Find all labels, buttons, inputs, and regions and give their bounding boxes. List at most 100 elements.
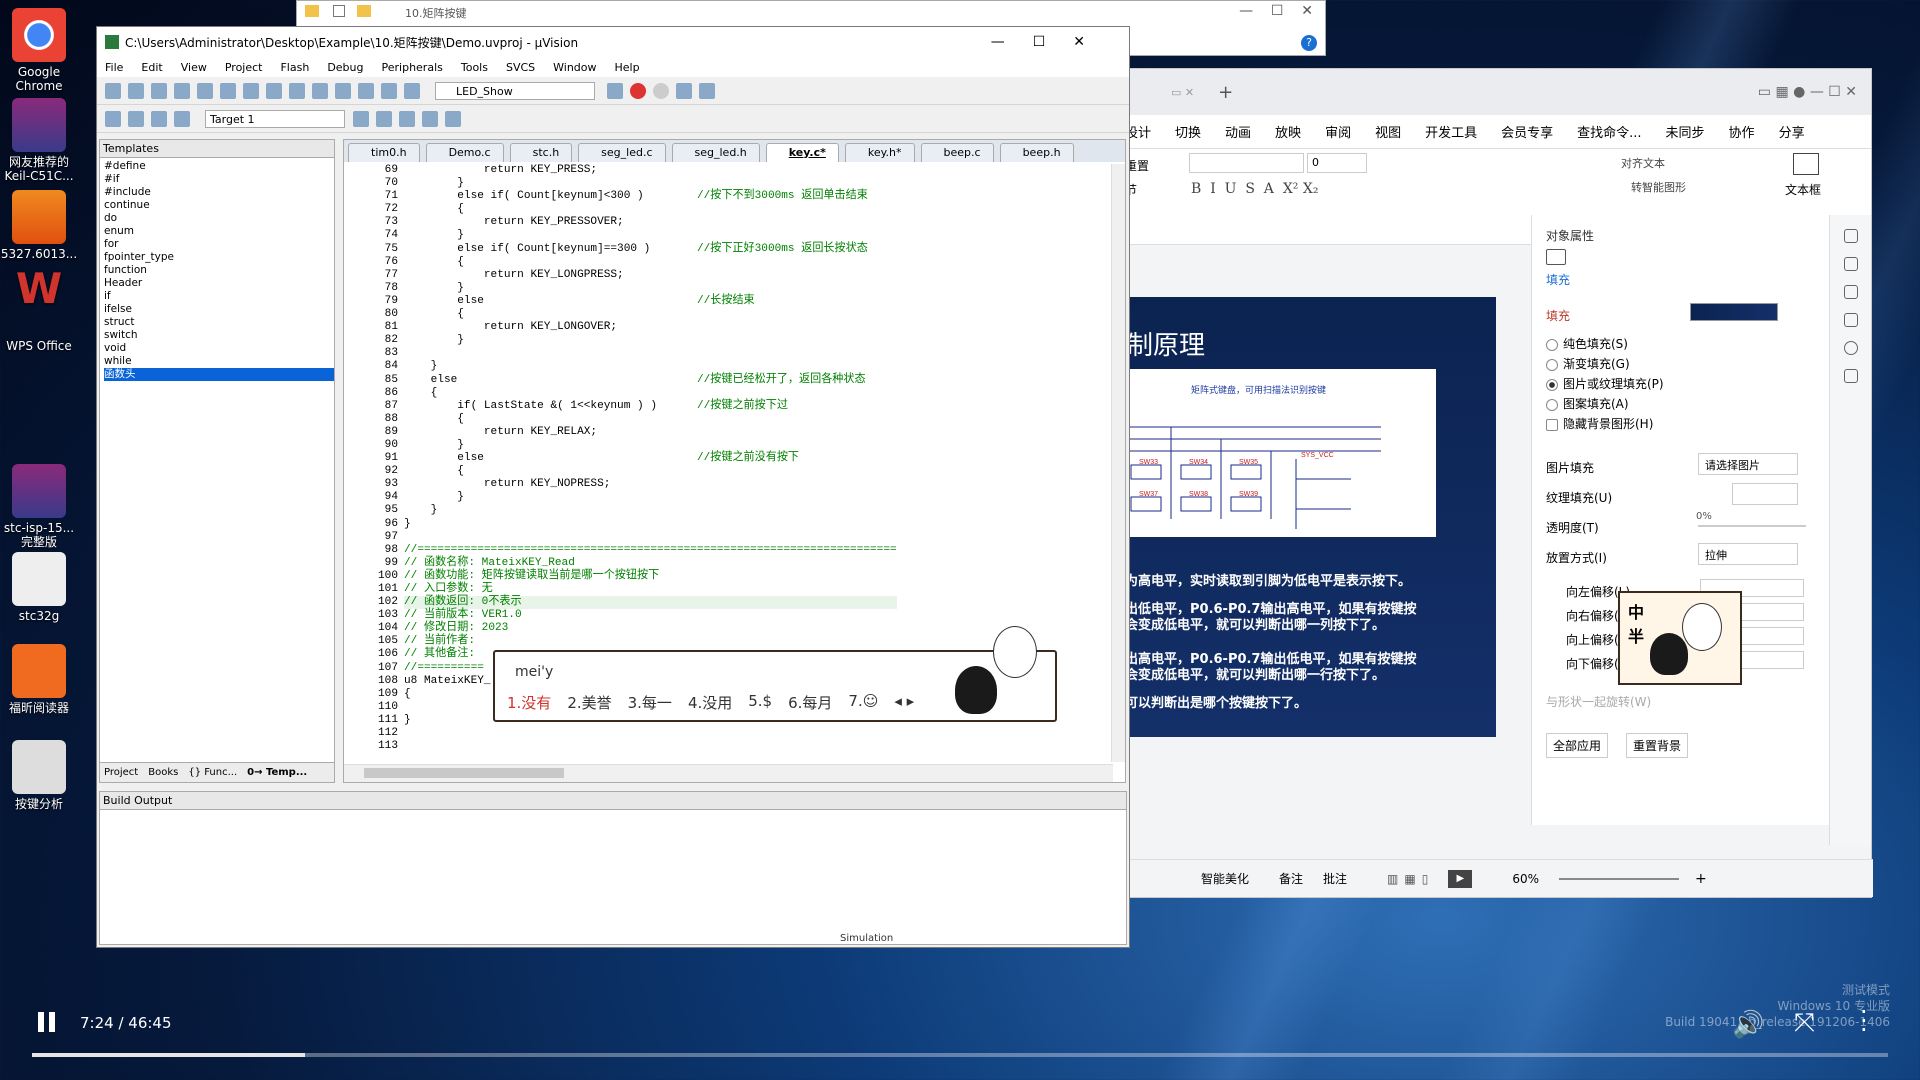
view-mode-icons[interactable]: ▥▦▯ xyxy=(1387,872,1434,886)
template-item[interactable]: struct xyxy=(104,316,334,329)
settings-icon[interactable] xyxy=(1843,257,1858,271)
save-icon[interactable] xyxy=(151,82,167,99)
apply-all-button[interactable]: 全部应用 xyxy=(1546,733,1609,758)
code-line[interactable]: //======================================… xyxy=(404,544,897,557)
code-line[interactable]: } xyxy=(404,518,897,531)
code-line[interactable]: } xyxy=(404,334,897,347)
code-line[interactable]: return KEY_PRESS; xyxy=(404,164,897,177)
menu-item-help[interactable]: Help xyxy=(615,61,640,74)
play-slideshow-icon[interactable]: ▶ xyxy=(1448,869,1473,888)
zoom-level[interactable]: 60% xyxy=(1512,872,1539,886)
panel-tab[interactable]: {} Func... xyxy=(188,767,237,778)
fill-option[interactable]: 渐变填充(G) xyxy=(1546,355,1630,372)
fill-option[interactable]: 纯色填充(S) xyxy=(1546,335,1628,352)
ime-candidate[interactable]: 5.$ xyxy=(748,692,772,713)
desktop-icon[interactable]: stc32g xyxy=(0,552,78,623)
fill-option[interactable]: 图案填充(A) xyxy=(1546,395,1629,412)
more-options-icon[interactable]: · · · xyxy=(1860,1000,1868,1042)
desktop-icon[interactable]: 按键分析 xyxy=(0,740,78,811)
comments-button[interactable]: 批注 xyxy=(1323,870,1347,887)
code-line[interactable]: // 修改日期: 2023 xyxy=(404,622,897,635)
code-line[interactable]: } xyxy=(404,229,897,242)
help-icon[interactable]: ? xyxy=(1301,35,1317,51)
code-line[interactable] xyxy=(404,531,897,544)
window-layout-icon[interactable] xyxy=(676,82,692,99)
template-item[interactable]: #include xyxy=(104,186,334,199)
uvision-window[interactable]: C:\Users\Administrator\Desktop\Example\1… xyxy=(96,26,1130,948)
code-line[interactable]: { xyxy=(404,387,897,400)
template-item[interactable]: switch xyxy=(104,329,334,342)
window-controls[interactable]: — ☐ ✕ xyxy=(1239,3,1313,19)
editor-vertical-scrollbar[interactable] xyxy=(1111,164,1125,762)
code-line[interactable]: else //长按结束 xyxy=(404,295,897,308)
panel-tab[interactable]: Project xyxy=(104,767,138,778)
code-line[interactable]: return KEY_LONGPRESS; xyxy=(404,269,897,282)
wps-menu-item[interactable]: 审阅 xyxy=(1325,122,1351,141)
new-tab-icon[interactable]: + xyxy=(1218,82,1233,103)
uvision-window-controls[interactable]: —☐✕ xyxy=(991,34,1113,50)
code-line[interactable]: } xyxy=(404,504,897,517)
code-line[interactable]: return KEY_NOPRESS; xyxy=(404,478,897,491)
textbox-label[interactable]: 文本框 xyxy=(1785,181,1821,198)
scroll-thumb[interactable] xyxy=(364,768,564,778)
translate-icon[interactable] xyxy=(105,110,121,127)
wps-presentation-window[interactable]: ▭ ✕ + ▭ ▦ ● — ☐ ✕ 设计 切换 动画 放映 审阅 视图 开发工具 会员专享 查找… xyxy=(1120,68,1873,898)
ime-candidate[interactable]: 2.美誉 xyxy=(567,692,611,713)
wps-menu-item[interactable]: 动画 xyxy=(1225,122,1251,141)
code-line[interactable]: return KEY_PRESSOVER; xyxy=(404,216,897,229)
breakpoint-disable-icon[interactable] xyxy=(653,82,669,99)
ime-candidate[interactable]: 4.没用 xyxy=(688,692,732,713)
indent-icon[interactable] xyxy=(381,82,397,99)
placement-select[interactable]: 拉伸 xyxy=(1698,543,1798,565)
forward-icon[interactable] xyxy=(335,82,351,99)
fill-radio[interactable] xyxy=(1546,398,1558,411)
texture-select[interactable] xyxy=(1732,483,1798,505)
copy-icon[interactable] xyxy=(220,82,236,99)
menu-item-file[interactable]: File xyxy=(105,61,123,74)
tab-close-icon[interactable]: ▭ ✕ xyxy=(1171,86,1194,99)
rebuild-icon[interactable] xyxy=(151,110,167,127)
template-item[interactable]: Header xyxy=(104,277,334,290)
wps-menu-item[interactable]: 放映 xyxy=(1275,122,1301,141)
zoom-slider[interactable] xyxy=(1559,877,1679,880)
fill-option[interactable]: 隐藏背景图形(H) xyxy=(1546,415,1653,432)
packs-icon[interactable] xyxy=(399,110,415,127)
code-line[interactable]: { xyxy=(404,465,897,478)
properties-icon[interactable] xyxy=(333,5,345,17)
file-tab[interactable]: beep.c xyxy=(920,143,994,162)
code-line[interactable]: { xyxy=(404,256,897,269)
fill-radio[interactable] xyxy=(1546,358,1558,371)
find-target-combo[interactable]: LED_Show xyxy=(435,81,595,100)
code-line[interactable]: { xyxy=(404,203,897,216)
volume-icon[interactable]: 🔊 xyxy=(1732,1010,1764,1040)
code-line[interactable]: } xyxy=(404,282,897,295)
template-item[interactable]: 函数头 xyxy=(104,368,334,381)
panel-tab[interactable]: 0→ Temp... xyxy=(247,767,307,778)
wps-menu-item[interactable]: 开发工具 xyxy=(1425,122,1477,141)
opacity-slider[interactable] xyxy=(1698,525,1806,527)
editor-horizontal-scrollbar[interactable] xyxy=(344,764,1113,782)
pic-fill-select[interactable]: 请选择图片 xyxy=(1698,453,1798,475)
redo-icon[interactable] xyxy=(289,82,305,99)
code-line[interactable]: else if( Count[keynum]<300 ) //按下不到3000m… xyxy=(404,190,897,203)
code-line[interactable]: else //按键已经松开了，返回各种状态 xyxy=(404,374,897,387)
target-options-icon[interactable] xyxy=(353,110,369,127)
code-line[interactable]: // 函数功能: 矩阵按键读取当前是哪一个按钮按下 xyxy=(404,570,897,583)
template-item[interactable]: for xyxy=(104,238,334,251)
panel-tab[interactable]: Books xyxy=(148,767,178,778)
notes-button[interactable]: 备注 xyxy=(1279,870,1303,887)
build-icon[interactable] xyxy=(128,110,144,127)
template-item[interactable]: function xyxy=(104,264,334,277)
menu-item-flash[interactable]: Flash xyxy=(280,61,309,74)
menu-item-project[interactable]: Project xyxy=(225,61,263,74)
code-line[interactable]: // 函数返回: 0不表示 xyxy=(404,596,897,610)
template-item[interactable]: fpointer_type xyxy=(104,251,334,264)
desktop-icon[interactable]: Google Chrome xyxy=(0,8,78,93)
find-icon[interactable] xyxy=(607,82,623,99)
code-line[interactable] xyxy=(404,727,897,740)
fill-radio[interactable] xyxy=(1546,418,1558,431)
code-line[interactable]: // 函数名称: MateixKEY_Read xyxy=(404,557,897,570)
smart-beautify-button[interactable]: 智能美化 xyxy=(1201,870,1249,887)
ime-candidate[interactable]: 3.每一 xyxy=(628,692,672,713)
code-line[interactable] xyxy=(404,740,897,753)
